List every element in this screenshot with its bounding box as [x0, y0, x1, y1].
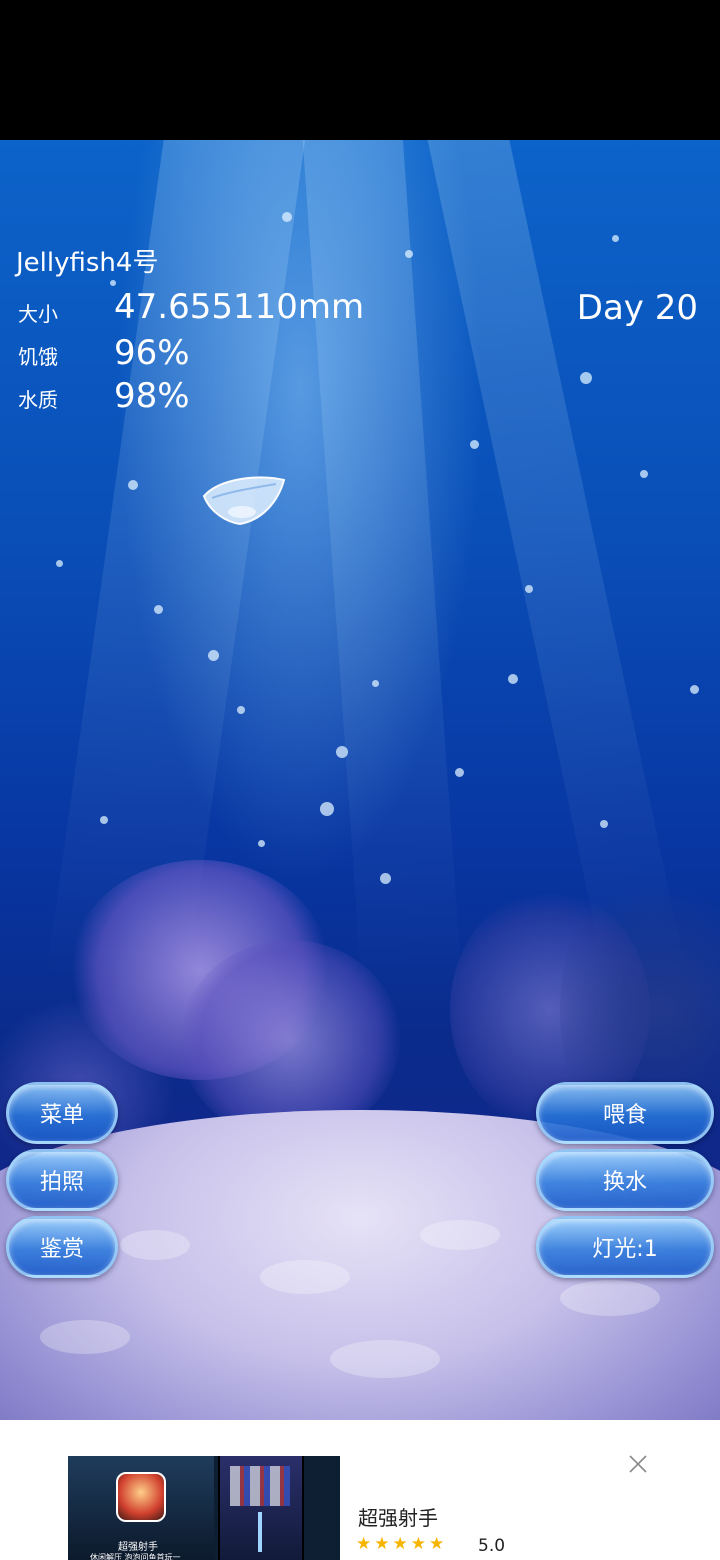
- ad-app-name: 超强射手: [118, 1542, 158, 1553]
- ad-image[interactable]: 超强射手 休闲解压 泡泡问鱼首玩一: [68, 1456, 340, 1560]
- pebble: [260, 1260, 350, 1294]
- bubble: [640, 470, 648, 478]
- pebble: [40, 1320, 130, 1354]
- water-quality-label: 水质: [18, 388, 58, 412]
- bubble: [405, 250, 413, 258]
- pebble: [120, 1230, 190, 1260]
- bubble: [100, 816, 108, 824]
- photo-button[interactable]: 拍照: [6, 1149, 118, 1211]
- hunger-value: 96%: [114, 333, 190, 373]
- bubble: [282, 212, 292, 222]
- bubble: [336, 746, 348, 758]
- size-label: 大小: [18, 302, 58, 326]
- ad-rating: 5.0: [478, 1536, 506, 1556]
- water-quality-value: 98%: [114, 376, 190, 416]
- ad-gameplay-bricks: [230, 1466, 290, 1506]
- bubble: [320, 802, 334, 816]
- star-icon: ★★★★★: [356, 1534, 448, 1554]
- pebble: [420, 1220, 500, 1250]
- bubble: [525, 585, 533, 593]
- ad-app-tagline: 休闲解压 泡泡问鱼首玩一: [90, 1553, 181, 1560]
- ad-area: 超强射手 休闲解压 泡泡问鱼首玩一 超强射手 ★★★★★ 5.0: [0, 1420, 720, 1560]
- bubble: [470, 440, 479, 449]
- status-bar-area: [0, 0, 720, 140]
- ad-gameplay-screenshot: [218, 1456, 304, 1560]
- bubble: [372, 680, 379, 687]
- bubble: [380, 873, 391, 884]
- light-button[interactable]: 灯光:1: [536, 1216, 714, 1278]
- size-value: 47.655110mm: [114, 287, 365, 327]
- close-icon[interactable]: [628, 1454, 648, 1474]
- light-ray: [300, 140, 463, 1002]
- pebble: [560, 1280, 660, 1316]
- bubble: [208, 650, 219, 661]
- appreciate-button[interactable]: 鉴赏: [6, 1216, 118, 1278]
- pebble: [330, 1340, 440, 1378]
- ad-gameplay-laser: [258, 1512, 262, 1552]
- bubble: [690, 685, 699, 694]
- day-counter: Day 20: [576, 288, 698, 328]
- change-water-button[interactable]: 换水: [536, 1149, 714, 1211]
- bubble: [128, 480, 138, 490]
- bubble: [110, 280, 116, 286]
- bubble: [154, 605, 163, 614]
- bubble: [508, 674, 518, 684]
- bubble: [580, 372, 592, 384]
- ad-banner[interactable]: 超强射手 休闲解压 泡泡问鱼首玩一 超强射手 ★★★★★ 5.0: [60, 1448, 660, 1560]
- bubble: [237, 706, 245, 714]
- jellyfish-name: Jellyfish4号: [16, 248, 159, 278]
- bubble: [612, 235, 619, 242]
- bubble: [455, 768, 464, 777]
- hunger-label: 饥饿: [18, 345, 58, 369]
- ad-app-icon: [116, 1472, 166, 1522]
- menu-button[interactable]: 菜单: [6, 1082, 118, 1144]
- bubble: [56, 560, 63, 567]
- bubble: [600, 820, 608, 828]
- bubble: [258, 840, 265, 847]
- ad-title: 超强射手: [358, 1506, 438, 1530]
- feed-button[interactable]: 喂食: [536, 1082, 714, 1144]
- jellyfish-sprite[interactable]: [200, 472, 286, 528]
